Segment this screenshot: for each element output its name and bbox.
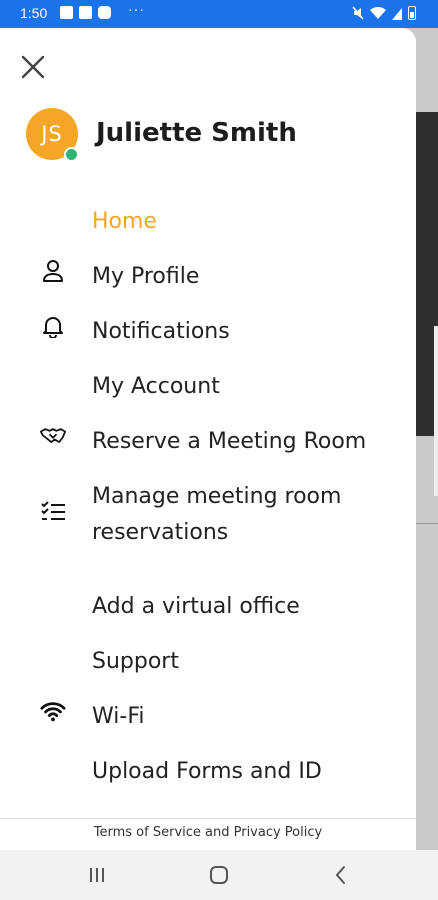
menu-item-manage-reservations[interactable]: Manage meeting room reservations	[0, 471, 416, 551]
home-icon	[210, 866, 228, 884]
menu-item-my-account[interactable]: My Account	[0, 361, 416, 401]
wifi-icon	[370, 6, 386, 20]
status-bar: 1:50 ···	[0, 0, 438, 28]
mute-icon	[352, 6, 364, 20]
backdrop-scroll-handle	[434, 326, 438, 496]
close-button[interactable]	[18, 52, 48, 82]
menu-item-label: Reserve a Meeting Room	[92, 429, 367, 454]
menu-item-home[interactable]: Home	[0, 196, 416, 236]
navigation-drawer: JS Juliette Smith Home My Profile Notifi…	[0, 28, 416, 850]
wifi-icon	[40, 699, 66, 723]
menu-item-label: Home	[92, 209, 157, 234]
menu-item-add-virtual-office[interactable]: Add a virtual office	[0, 581, 416, 621]
drawer-footer: Terms of Service and Privacy Policy	[0, 818, 416, 850]
online-status-dot	[64, 147, 79, 162]
menu-item-label: Support	[92, 649, 179, 674]
terms-privacy-link[interactable]: Terms of Service and Privacy Policy	[0, 825, 416, 840]
user-name: Juliette Smith	[96, 118, 297, 148]
checklist-icon	[40, 499, 66, 523]
handshake-icon	[40, 424, 66, 448]
menu-item-label: My Profile	[92, 264, 200, 289]
signal-icon	[392, 8, 402, 20]
menu-item-wifi[interactable]: Wi-Fi	[0, 691, 416, 731]
menu-item-label: Wi-Fi	[92, 704, 145, 729]
home-button[interactable]	[206, 862, 232, 888]
menu-item-support[interactable]: Support	[0, 636, 416, 676]
menu-item-notifications[interactable]: Notifications	[0, 306, 416, 346]
youtube-icon	[98, 6, 111, 19]
menu-item-label: Upload Forms and ID	[92, 759, 322, 784]
close-icon	[21, 55, 45, 79]
menu-item-reserve-meeting-room[interactable]: Reserve a Meeting Room	[0, 416, 416, 456]
bell-icon	[40, 314, 66, 338]
status-time: 1:50	[20, 5, 48, 21]
system-nav-bar	[0, 850, 438, 900]
recents-icon	[90, 868, 104, 882]
menu-item-label: Manage meeting room reservations	[92, 484, 342, 545]
more-notifications-icon: ···	[128, 1, 145, 17]
menu-item-label: Notifications	[92, 319, 230, 344]
image-icon	[60, 6, 73, 19]
back-icon	[336, 866, 345, 884]
menu-item-upload-forms[interactable]: Upload Forms and ID	[0, 746, 416, 786]
menu-item-label: My Account	[92, 374, 220, 399]
person-icon	[40, 259, 66, 283]
gmail-icon	[79, 6, 92, 19]
menu-item-label: Add a virtual office	[92, 594, 300, 619]
back-button[interactable]	[328, 862, 354, 888]
menu-item-my-profile[interactable]: My Profile	[0, 251, 416, 291]
recents-button[interactable]	[84, 862, 110, 888]
battery-icon	[408, 6, 416, 20]
